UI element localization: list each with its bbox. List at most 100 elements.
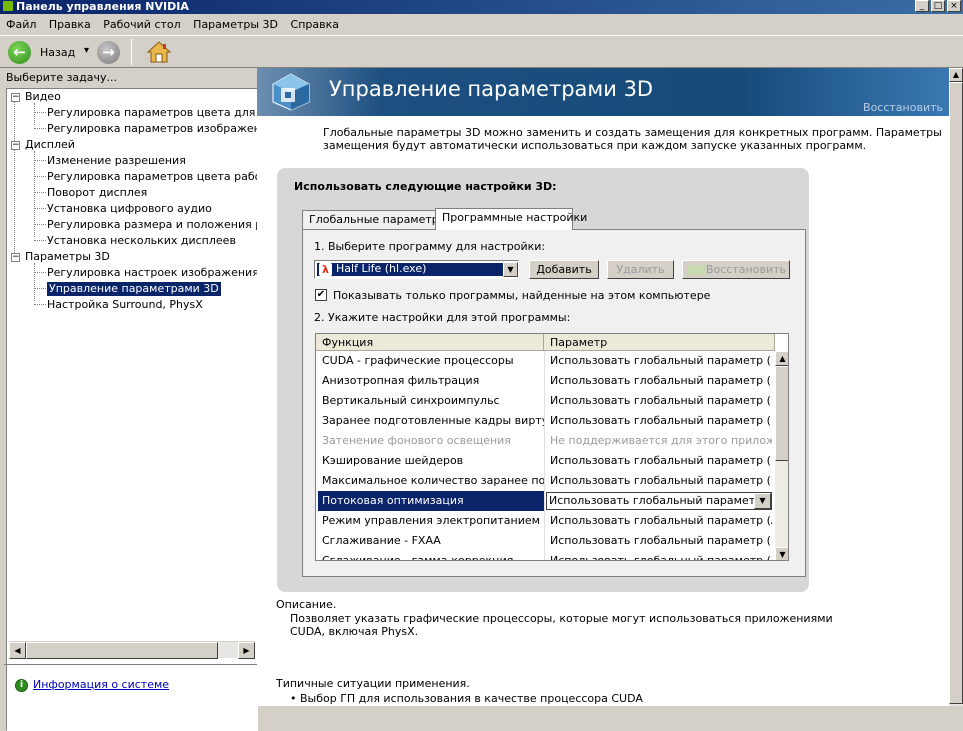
menu-help[interactable]: Справка <box>291 18 339 31</box>
remove-program-button[interactable]: Удалить <box>607 260 674 279</box>
tree-group-display[interactable]: Дисплей <box>25 138 75 152</box>
tree-item[interactable]: Регулировка размера и положения рабо <box>47 218 257 232</box>
close-button[interactable]: × <box>947 0 961 12</box>
use-case-item: • Выбор ГП для использования в качестве … <box>290 692 643 705</box>
menu-bar: Файл Правка Рабочий стол Параметры 3D Сп… <box>0 15 963 34</box>
tree-item[interactable]: Регулировка параметров цвета рабочег <box>47 170 257 184</box>
history-dropdown-icon[interactable]: ▾ <box>84 45 89 56</box>
scroll-right-icon[interactable]: ▶ <box>238 642 255 659</box>
use-settings-label: Использовать следующие настройки 3D: <box>294 180 557 193</box>
table-row-disabled[interactable]: Затенение фонового освещения Не поддержив… <box>316 431 774 451</box>
main-pane: Управление параметрами 3D Восстановить Г… <box>257 68 963 706</box>
scroll-up-icon[interactable]: ▲ <box>949 68 963 82</box>
grid-header-function[interactable]: Функция <box>316 334 544 351</box>
back-button-label[interactable]: Назад <box>40 46 75 59</box>
tree-item[interactable]: Регулировка параметров изображения д <box>47 122 257 136</box>
use-cases-label: Типичные ситуации применения. <box>276 677 470 690</box>
row-parameter[interactable]: Использовать глобальный параметр (Все) <box>550 351 772 371</box>
step1-label: 1. Выберите программу для настройки: <box>314 240 546 253</box>
table-row[interactable]: Режим управления электропитанием Использо… <box>316 511 774 531</box>
row-parameter[interactable]: Использовать глобальный параметр (В... <box>550 391 772 411</box>
grid-header-parameter[interactable]: Параметр <box>544 334 775 351</box>
scroll-up-icon[interactable]: ▲ <box>775 351 788 366</box>
scroll-thumb[interactable] <box>26 642 218 659</box>
column-divider <box>544 351 545 560</box>
row-function: Сглаживание - FXAA <box>322 534 441 547</box>
row-parameter[interactable]: Использовать глобальный параметр (Вкл) <box>550 551 772 560</box>
parameter-dropdown-value: Использовать глобальный параметр (Ав <box>549 494 754 507</box>
restore-program-button[interactable]: Восстановить <box>682 260 790 279</box>
chevron-down-icon[interactable]: ▼ <box>503 262 518 277</box>
chevron-down-icon[interactable]: ▼ <box>754 493 771 509</box>
restore-defaults-link[interactable]: Восстановить <box>863 101 943 114</box>
forward-icon[interactable]: → <box>97 41 120 64</box>
table-row[interactable]: Сглаживание - гамма-коррекция Использоват… <box>316 551 774 561</box>
menu-file[interactable]: Файл <box>6 18 36 31</box>
table-row[interactable]: CUDA - графические процессоры Использоват… <box>316 351 774 371</box>
show-only-checkbox[interactable]: ✔ <box>315 289 327 301</box>
row-parameter[interactable]: Использовать глобальный параметр (В... <box>550 371 772 391</box>
expand-3d-icon[interactable]: − <box>11 253 20 262</box>
tree-item[interactable]: Поворот дисплея <box>47 186 147 200</box>
minimize-button[interactable]: _ <box>915 0 929 12</box>
half-life-icon: λ <box>319 263 332 276</box>
menu-edit[interactable]: Правка <box>49 18 91 31</box>
intro-text: Глобальные параметры 3D можно заменить и… <box>323 126 942 152</box>
tree-item[interactable]: Настройка Surround, PhysX <box>47 298 203 312</box>
table-row[interactable]: Максимальное количество заранее под... Ис… <box>316 471 774 491</box>
table-row[interactable]: Кэширование шейдеров Использовать глобаль… <box>316 451 774 471</box>
scroll-left-icon[interactable]: ◀ <box>9 642 26 659</box>
row-parameter[interactable]: Использовать глобальный параметр (А... <box>550 511 772 531</box>
maximize-button[interactable]: □ <box>931 0 945 12</box>
main-vertical-scrollbar[interactable]: ▲ <box>949 68 963 706</box>
row-function: Потоковая оптимизация <box>322 494 464 507</box>
table-row[interactable]: Анизотропная фильтрация Использовать глоб… <box>316 371 774 391</box>
row-function: Сглаживание - гамма-коррекция <box>322 554 514 561</box>
expand-video-icon[interactable]: − <box>11 93 20 102</box>
parameter-dropdown[interactable]: Использовать глобальный параметр (Ав ▼ <box>546 492 772 510</box>
row-function: Анизотропная фильтрация <box>322 374 480 387</box>
settings-grid: Функция Параметр CUDA - графические проц… <box>315 333 789 561</box>
toolbar: ← Назад ▾ → <box>0 35 963 68</box>
scroll-thumb[interactable] <box>949 82 963 704</box>
table-row[interactable]: Вертикальный синхроимпульс Использовать г… <box>316 391 774 411</box>
tree-item[interactable]: Изменение разрешения <box>47 154 186 168</box>
system-info-link[interactable]: Информация о системе <box>33 678 169 691</box>
expand-display-icon[interactable]: − <box>11 141 20 150</box>
nvidia-icon <box>3 1 13 11</box>
scroll-thumb[interactable] <box>775 366 788 461</box>
tree-item[interactable]: Регулировка настроек изображения с пр <box>47 266 257 280</box>
row-function: Затенение фонового освещения <box>322 434 511 447</box>
table-row[interactable]: Заранее подготовленные кадры вирту... Исп… <box>316 411 774 431</box>
show-only-label: Показывать только программы, найденные н… <box>333 289 711 302</box>
row-parameter[interactable]: Использовать глобальный параметр (1) <box>550 411 772 431</box>
tab-global-settings[interactable]: Глобальные параметры <box>302 210 447 230</box>
home-icon[interactable] <box>146 41 172 63</box>
nvidia-eye-icon <box>688 265 706 275</box>
back-icon[interactable]: ← <box>8 41 31 64</box>
menu-3d-settings[interactable]: Параметры 3D <box>193 18 278 31</box>
restore-program-label: Восстановить <box>706 263 786 276</box>
page-banner: Управление параметрами 3D Восстановить <box>257 68 949 116</box>
tree-item-manage-3d-selected[interactable]: Управление параметрами 3D <box>47 282 221 296</box>
3d-settings-icon <box>271 72 311 112</box>
tree-horizontal-scrollbar[interactable]: ◀ ▶ <box>9 641 255 659</box>
table-row[interactable]: Сглаживание - FXAA Использовать глобальны… <box>316 531 774 551</box>
menu-desktop[interactable]: Рабочий стол <box>103 18 180 31</box>
table-row-selected[interactable]: Потоковая оптимизация Использовать глоба… <box>316 491 774 511</box>
scroll-down-icon[interactable]: ▼ <box>775 547 788 560</box>
row-parameter[interactable]: Использовать глобальный параметр (И... <box>550 471 772 491</box>
row-function: Вертикальный синхроимпульс <box>322 394 500 407</box>
row-parameter[interactable]: Использовать глобальный параметр (В... <box>550 531 772 551</box>
tree-item[interactable]: Регулировка параметров цвета для вид <box>47 106 257 120</box>
tree-group-3d[interactable]: Параметры 3D <box>25 250 110 264</box>
task-pane: Выберите задачу... − Видео Регулировка п… <box>4 68 258 731</box>
tree-item[interactable]: Установка цифрового аудио <box>47 202 212 216</box>
add-program-button[interactable]: Добавить <box>529 260 599 279</box>
program-select[interactable]: λ Half Life (hl.exe) ▼ <box>314 260 519 279</box>
tree-group-video[interactable]: Видео <box>25 90 61 104</box>
tab-program-settings[interactable]: Программные настройки <box>435 208 587 230</box>
grid-vertical-scrollbar[interactable]: ▲ ▼ <box>775 351 788 560</box>
tree-item[interactable]: Установка нескольких дисплеев <box>47 234 236 248</box>
row-parameter[interactable]: Использовать глобальный параметр (В... <box>550 451 772 471</box>
